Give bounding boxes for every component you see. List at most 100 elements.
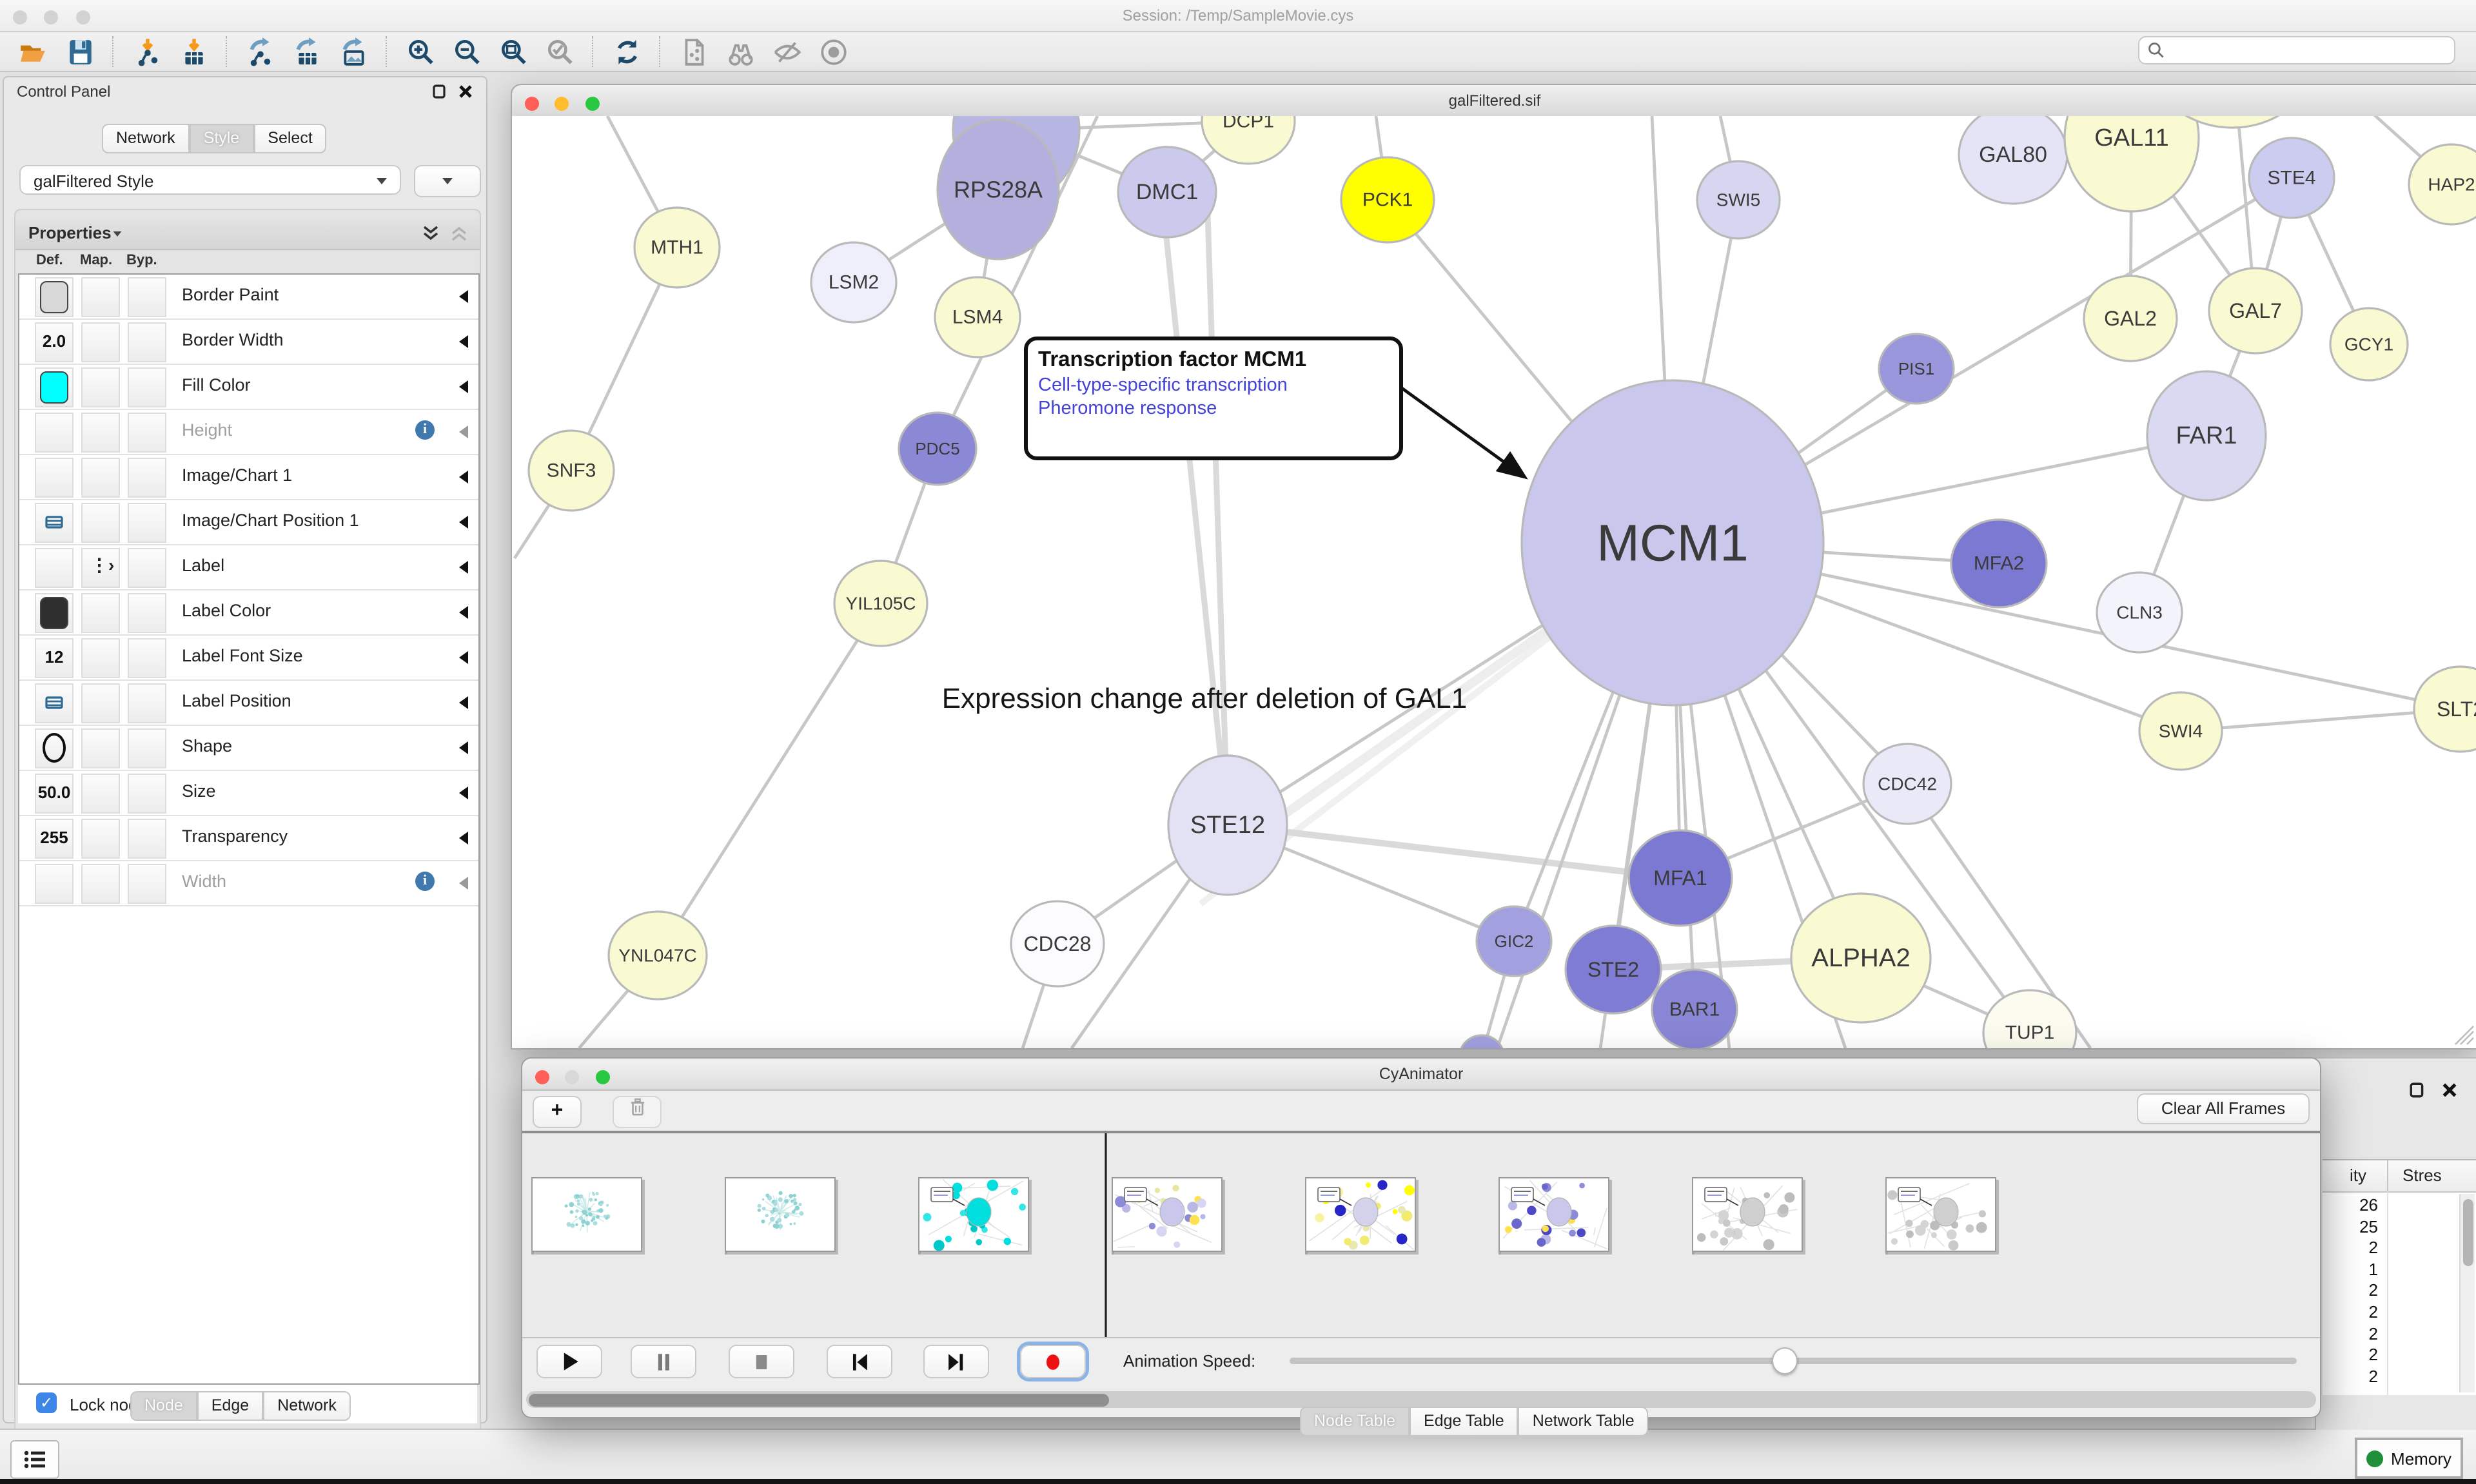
map-cell[interactable] xyxy=(81,277,120,317)
eye-icon[interactable] xyxy=(816,35,850,68)
network-node-pdc5[interactable]: PDC5 xyxy=(899,413,976,485)
expand-property-icon[interactable] xyxy=(459,516,468,529)
property-row-label[interactable]: ⋮›Label xyxy=(19,545,478,591)
byp-cell[interactable] xyxy=(128,458,166,498)
save-session-icon[interactable] xyxy=(63,35,97,68)
import-table-icon[interactable] xyxy=(177,35,210,68)
slider-handle[interactable] xyxy=(1771,1347,1797,1374)
network-node-lsm2[interactable]: LSM2 xyxy=(811,242,896,322)
network-node-lsm4[interactable]: LSM4 xyxy=(935,277,1020,357)
property-row-label-position[interactable]: Label Position xyxy=(19,681,478,726)
expand-property-icon[interactable] xyxy=(459,380,468,393)
close-window-icon[interactable] xyxy=(525,97,539,111)
column-header[interactable]: ity xyxy=(2350,1166,2366,1185)
cyanimator-titlebar[interactable]: CyAnimator xyxy=(522,1059,2320,1091)
zoom-window-icon[interactable] xyxy=(76,10,90,24)
network-node-mcm1[interactable]: MCM1 xyxy=(1522,380,1823,705)
network-node-dcp1[interactable]: DCP1 xyxy=(1202,116,1295,164)
table-row[interactable]: 25 xyxy=(2329,1216,2378,1236)
stop-button[interactable] xyxy=(729,1345,794,1378)
record-button[interactable] xyxy=(1020,1345,1086,1378)
network-node-alpha2[interactable]: ALPHA2 xyxy=(1791,893,1931,1022)
refresh-layout-icon[interactable] xyxy=(610,35,644,68)
network-node-gic2[interactable]: GIC2 xyxy=(1477,906,1551,976)
network-node-gal11[interactable]: GAL11 xyxy=(2065,116,2199,211)
def-cell[interactable] xyxy=(35,548,74,588)
property-row-shape[interactable]: Shape xyxy=(19,726,478,771)
frame-thumbnail-4[interactable] xyxy=(1305,1177,1416,1252)
map-cell[interactable]: ⋮› xyxy=(81,548,120,588)
def-cell[interactable] xyxy=(35,458,74,498)
open-session-icon[interactable] xyxy=(17,35,50,68)
frame-thumbnail-5[interactable] xyxy=(1498,1177,1609,1252)
expand-property-icon[interactable] xyxy=(459,786,468,799)
style-options-button[interactable] xyxy=(414,165,481,197)
map-cell[interactable] xyxy=(81,728,120,768)
network-node-swi5[interactable]: SWI5 xyxy=(1697,161,1780,239)
network-node-cdc42[interactable]: CDC42 xyxy=(1863,744,1951,824)
expand-property-icon[interactable] xyxy=(459,877,468,890)
table-row[interactable]: 26 xyxy=(2329,1195,2378,1215)
property-row-size[interactable]: 50.0Size xyxy=(19,771,478,816)
map-cell[interactable] xyxy=(81,413,120,453)
lock-size-checkbox[interactable]: ✓ xyxy=(36,1392,57,1413)
byp-cell[interactable] xyxy=(128,593,166,633)
byp-cell[interactable] xyxy=(128,728,166,768)
network-node-swi4[interactable]: SWI4 xyxy=(2139,692,2222,770)
map-cell[interactable] xyxy=(81,322,120,362)
panel-menu-button[interactable] xyxy=(10,1440,59,1479)
network-node-unlabeled[interactable] xyxy=(1460,1035,1504,1048)
def-cell[interactable]: 2.0 xyxy=(35,322,74,362)
zoom-fit-icon[interactable] xyxy=(496,35,530,68)
tab-node-table[interactable]: Node Table xyxy=(1300,1407,1410,1436)
property-row-transparency[interactable]: 255Transparency xyxy=(19,816,478,861)
byp-cell[interactable] xyxy=(128,683,166,723)
def-cell[interactable]: 12 xyxy=(35,638,74,678)
resize-grip-icon[interactable] xyxy=(2454,1025,2475,1046)
skip-start-button[interactable] xyxy=(827,1345,892,1378)
map-cell[interactable] xyxy=(81,458,120,498)
tab-network[interactable]: Network xyxy=(263,1391,351,1421)
frame-thumbnail-7[interactable] xyxy=(1885,1177,1996,1252)
def-cell[interactable]: 255 xyxy=(35,819,74,859)
network-node-bar1[interactable]: BAR1 xyxy=(1652,970,1737,1048)
property-row-height[interactable]: Heighti xyxy=(19,410,478,455)
property-row-label-font-size[interactable]: 12Label Font Size xyxy=(19,636,478,681)
tab-network-table[interactable]: Network Table xyxy=(1518,1407,1649,1436)
map-cell[interactable] xyxy=(81,638,120,678)
def-cell[interactable] xyxy=(35,413,74,453)
tab-node[interactable]: Node xyxy=(130,1391,197,1421)
network-node-tup1[interactable]: TUP1 xyxy=(1983,990,2076,1048)
property-row-border-width[interactable]: 2.0Border Width xyxy=(19,320,478,365)
zoom-in-icon[interactable] xyxy=(404,35,437,68)
network-node-cdc28[interactable]: CDC28 xyxy=(1011,901,1104,986)
frame-thumbnail-0[interactable] xyxy=(531,1177,642,1252)
property-row-fill-color[interactable]: Fill Color xyxy=(19,365,478,410)
frame-thumbnail-3[interactable] xyxy=(1112,1177,1223,1252)
network-node-gal7[interactable]: GAL7 xyxy=(2209,268,2302,353)
table-row[interactable]: 2 xyxy=(2329,1323,2378,1343)
expand-property-icon[interactable] xyxy=(459,335,468,348)
byp-cell[interactable] xyxy=(128,819,166,859)
frame-thumbnail-6[interactable] xyxy=(1692,1177,1803,1252)
byp-cell[interactable] xyxy=(128,864,166,904)
network-node-cln3[interactable]: CLN3 xyxy=(2097,572,2182,652)
export-table-icon[interactable] xyxy=(290,35,324,68)
delete-frame-button[interactable] xyxy=(613,1096,662,1128)
eye-off-icon[interactable] xyxy=(770,35,803,68)
expand-all-icon[interactable] xyxy=(420,223,441,244)
info-icon[interactable]: i xyxy=(415,420,435,440)
network-window-titlebar[interactable]: galFiltered.sif xyxy=(512,85,2476,117)
def-cell[interactable] xyxy=(35,864,74,904)
expand-property-icon[interactable] xyxy=(459,741,468,754)
network-node-mth1[interactable]: MTH1 xyxy=(634,208,720,288)
network-node-ste12[interactable]: STE12 xyxy=(1168,756,1287,895)
network-node-rps28a[interactable]: RPS28A xyxy=(938,120,1059,259)
property-row-label-color[interactable]: Label Color xyxy=(19,591,478,636)
pause-button[interactable] xyxy=(631,1345,696,1378)
expand-property-icon[interactable] xyxy=(459,606,468,619)
network-node-dmc1[interactable]: DMC1 xyxy=(1118,147,1216,237)
byp-cell[interactable] xyxy=(128,367,166,407)
map-cell[interactable] xyxy=(81,683,120,723)
map-cell[interactable] xyxy=(81,593,120,633)
